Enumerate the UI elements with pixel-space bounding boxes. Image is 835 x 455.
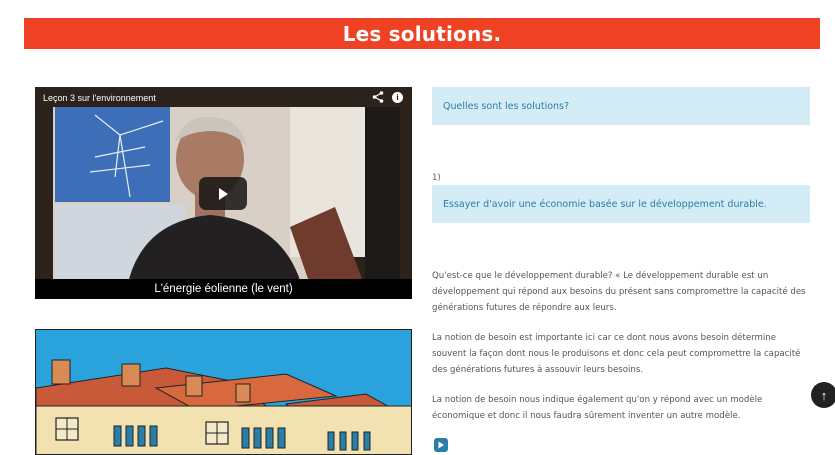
video-title: Leçon 3 sur l'environnement [43,93,156,103]
video-player[interactable]: Leçon 3 sur l'environnement i L'énergie … [35,87,412,299]
play-button[interactable] [199,177,247,210]
page-banner: Les solutions. [24,18,820,49]
scroll-to-top-button[interactable]: ↑ [811,382,835,408]
play-icon [438,441,444,449]
arrow-up-icon: ↑ [820,387,828,403]
paragraph-model: La notion de besoin nous indique égaleme… [432,395,763,421]
houses-illustration [35,329,412,455]
video-caption: L'énergie éolienne (le vent) [154,283,293,295]
video-caption-bar: L'énergie éolienne (le vent) [35,279,412,299]
question-box: Quelles sont les solutions? [432,87,810,125]
paragraph-needs: La notion de besoin est importante ici c… [432,333,801,375]
paragraph-definition: Qu'est-ce que le développement durable? … [432,271,806,313]
page-title: Les solutions. [342,21,502,46]
audio-play-button[interactable] [434,438,448,452]
info-icon[interactable]: i [392,92,403,103]
play-icon [219,187,228,200]
share-icon[interactable] [372,91,384,106]
list-number: 1) [432,173,441,183]
solution-box: Essayer d'avoir une économie basée sur l… [432,185,810,223]
